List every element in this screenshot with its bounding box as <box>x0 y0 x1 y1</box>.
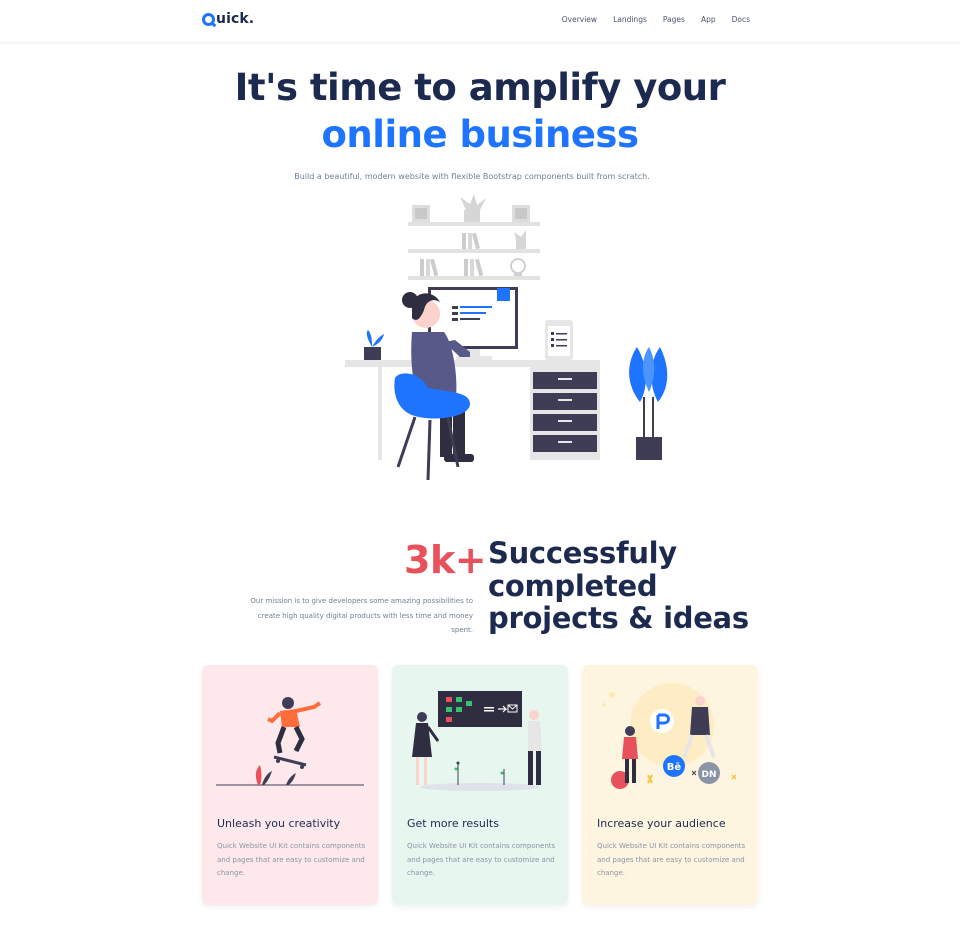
card-description: Quick Website UI Kit contains components… <box>217 842 366 877</box>
nav-docs[interactable]: Docs <box>732 15 750 24</box>
stat-headline-line2: completed <box>488 568 658 603</box>
hero-title-line1: It's time to amplify your <box>234 66 726 109</box>
audience-illustration: Bē DN <box>602 683 737 789</box>
card-description: Quick Website UI Kit contains components… <box>597 842 746 877</box>
nav-pages[interactable]: Pages <box>663 15 685 24</box>
main-nav: Overview Landings Pages App Docs <box>562 15 750 24</box>
logo-q-icon <box>202 12 215 26</box>
nav-overview[interactable]: Overview <box>562 15 597 24</box>
hero-title-line2: online business <box>321 113 639 156</box>
mission-text: Our mission is to give developers some a… <box>250 597 473 634</box>
dribbble-dn-icon: DN <box>701 770 716 780</box>
stat-headline-line3: projects & ideas <box>488 601 749 635</box>
creativity-illustration <box>216 697 364 786</box>
feature-card-results[interactable]: Get more results Quick Website UI Kit co… <box>392 665 568 905</box>
behance-icon: Bē <box>667 762 682 773</box>
stat-number: 3k+ <box>404 538 487 582</box>
stat-headline: Successfuly completed projects & ideas <box>488 537 749 635</box>
nav-app[interactable]: App <box>701 15 716 24</box>
brand-name: uick. <box>216 11 255 27</box>
card-description: Quick Website UI Kit contains components… <box>407 842 556 877</box>
feature-card-audience[interactable]: Bē DN Increase your audience Quick Websi… <box>582 665 758 905</box>
card-title: Get more results <box>407 817 499 830</box>
hero-illustration <box>345 194 668 481</box>
hero-subtitle: Build a beautiful, modern website with f… <box>294 172 650 181</box>
nav-landings[interactable]: Landings <box>613 15 647 24</box>
brand-logo[interactable]: uick. <box>202 11 254 27</box>
card-title: Increase your audience <box>597 817 726 830</box>
feature-card-creativity[interactable]: Unleash you creativity Quick Website UI … <box>202 665 378 905</box>
stat-headline-line1: Successfuly <box>488 536 677 570</box>
top-navbar: uick. Overview Landings Pages App Docs <box>0 0 960 42</box>
results-illustration <box>412 691 542 791</box>
card-title: Unleash you creativity <box>217 817 341 830</box>
